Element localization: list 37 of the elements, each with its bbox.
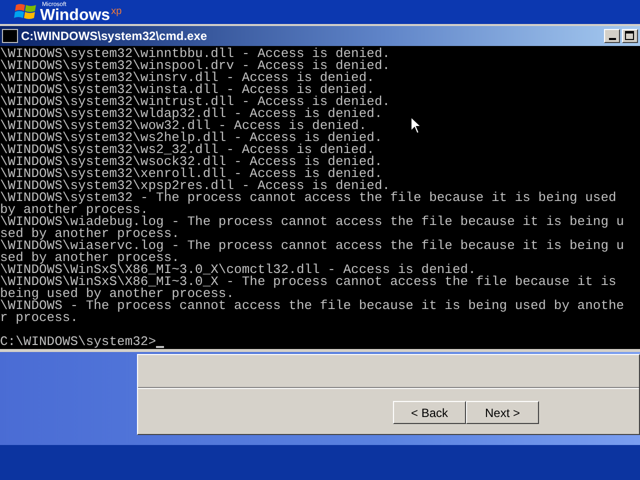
console-line: \WINDOWS\system32 - The process cannot access the file because it is being used (0, 192, 616, 204)
console-line: \WINDOWS\system32\winsta.dll - Access is denied. (0, 84, 374, 96)
maximize-icon (625, 31, 635, 41)
console-line: \WINDOWS\system32\wsock32.dll - Access is denied. (0, 156, 382, 168)
window-title: C:\WINDOWS\system32\cmd.exe (21, 29, 208, 43)
minimize-button[interactable] (604, 29, 620, 43)
maximize-button[interactable] (622, 29, 638, 43)
console-line: \WINDOWS\system32\winspool.drv - Access is denied. (0, 60, 390, 72)
command-prompt: C:\WINDOWS\system32> (0, 336, 156, 348)
console-line: \WINDOWS\system32\xenroll.dll - Access is denied. (0, 168, 382, 180)
mouse-pointer-icon (410, 116, 422, 135)
console-line: \WINDOWS\wiadebug.log - The process cannot access the file because it is being u (0, 216, 624, 228)
console-line: \WINDOWS - The process cannot access the file because it is being used by anothe (0, 300, 624, 312)
console-line: \WINDOWS\system32\winntbbu.dll - Access is denied. (0, 48, 390, 60)
console-line: sed by another process. (0, 252, 180, 264)
console-line: \WINDOWS\wiaservc.log - The process cannot access the file because it is being u (0, 240, 624, 252)
console-line: \WINDOWS\system32\winsrv.dll - Access is denied. (0, 72, 374, 84)
logo-edition: xp (111, 6, 122, 17)
console-line: \WINDOWS\system32\wow32.dll - Access is denied. (0, 120, 367, 132)
console-line: r process. (0, 312, 78, 324)
flag-icon (14, 2, 38, 22)
console-line: \WINDOWS\WinSxS\X86_MI~3.0_X\comctl32.dll - Access is denied. (0, 264, 476, 276)
console-line: sed by another process. (0, 228, 180, 240)
console-line: by another process. (0, 204, 148, 216)
text-cursor (156, 346, 164, 348)
console-line: \WINDOWS\system32\ws2_32.dll - Access is denied. (0, 144, 374, 156)
console-line: \WINDOWS\system32\wintrust.dll - Access is denied. (0, 96, 390, 108)
console-line: \WINDOWS\system32\ws2help.dll - Access is denied. (0, 132, 382, 144)
console-line: being used by another process. (0, 288, 234, 300)
console-line: \WINDOWS\WinSxS\X86_MI~3.0_X - The process cannot access the file because it is (0, 276, 616, 288)
minimize-icon (608, 38, 616, 40)
next-button[interactable]: Next > (466, 401, 539, 424)
console-line: \WINDOWS\system32\wldap32.dll - Access is denied. (0, 108, 382, 120)
logo-product: Windows (40, 8, 110, 24)
console-line: \WINDOWS\system32\xpsp2res.dll - Access is denied. (0, 180, 390, 192)
back-button[interactable]: < Back (393, 401, 466, 424)
console-icon (2, 29, 18, 43)
